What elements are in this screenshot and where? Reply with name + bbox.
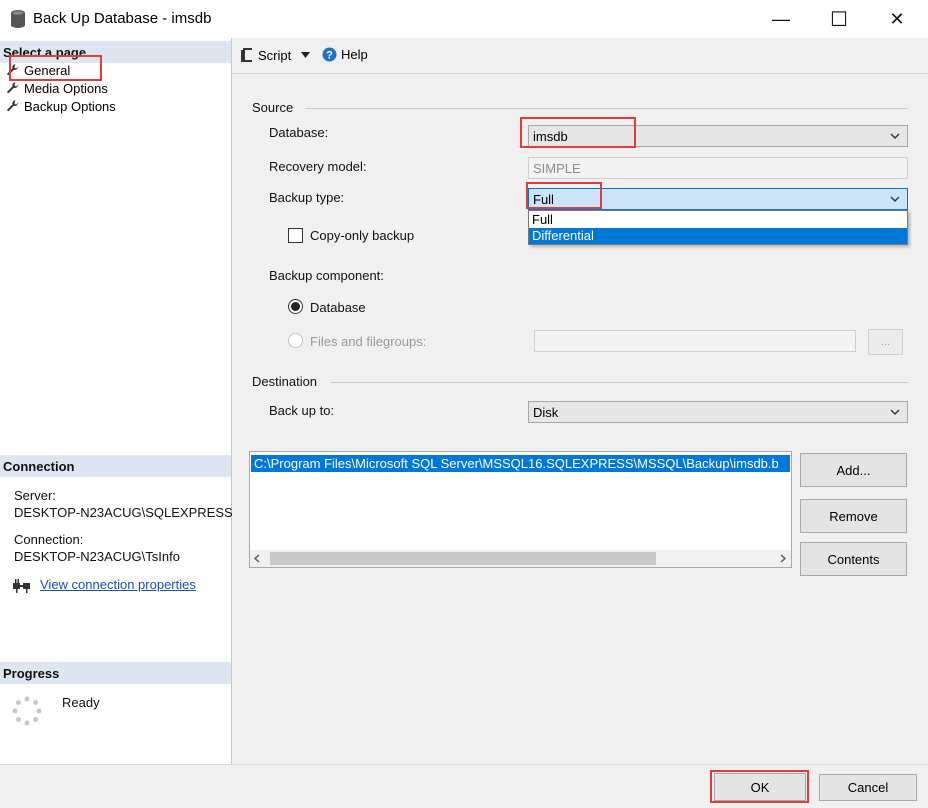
recovery-model-label: Recovery model: bbox=[269, 159, 367, 174]
filegroups-browse-button[interactable]: ... bbox=[868, 329, 903, 355]
filegroups-field[interactable] bbox=[534, 330, 856, 352]
toolbar: Script ? Help bbox=[232, 38, 928, 74]
highlight-ok bbox=[710, 770, 809, 803]
connection-value: DESKTOP-N23ACUG\TsInfo bbox=[14, 549, 180, 564]
backup-type-label: Backup type: bbox=[269, 190, 345, 205]
connection-label: Connection: bbox=[14, 532, 84, 547]
window-title: Back Up Database - imsdb bbox=[33, 10, 212, 27]
database-icon bbox=[11, 10, 25, 28]
scroll-right-icon[interactable] bbox=[779, 554, 787, 563]
copy-only-label: Copy-only backup bbox=[310, 228, 415, 243]
chevron-down-icon bbox=[890, 409, 900, 415]
list-item[interactable]: C:\Program Files\Microsoft SQL Server\MS… bbox=[251, 455, 790, 472]
chevron-down-icon bbox=[890, 133, 900, 139]
back-up-to-value: Disk bbox=[533, 404, 559, 420]
help-icon: ? bbox=[322, 47, 337, 62]
cancel-button[interactable]: Cancel bbox=[819, 774, 917, 801]
add-button[interactable]: Add... bbox=[800, 453, 907, 487]
progress-header: Progress bbox=[0, 662, 231, 684]
script-icon bbox=[241, 48, 252, 62]
component-files-label: Files and filegroups: bbox=[310, 334, 427, 349]
destination-legend: Destination bbox=[252, 374, 318, 389]
backup-component-label: Backup component: bbox=[269, 268, 384, 283]
database-label: Database: bbox=[269, 125, 329, 140]
scroll-left-icon[interactable] bbox=[253, 554, 261, 563]
scrollbar-thumb[interactable] bbox=[270, 552, 656, 565]
backup-type-dropdown: Full Differential bbox=[528, 210, 908, 245]
highlight-general bbox=[9, 55, 102, 81]
view-connection-properties-link[interactable]: View connection properties bbox=[40, 577, 196, 592]
destination-list[interactable]: C:\Program Files\Microsoft SQL Server\MS… bbox=[249, 451, 792, 568]
title-bar: Back Up Database - imsdb — ☐ ✕ bbox=[0, 0, 928, 38]
back-up-to-label: Back up to: bbox=[269, 403, 335, 418]
script-label: Script bbox=[258, 47, 292, 63]
highlight-backup-type bbox=[526, 182, 602, 209]
help-button[interactable]: ? Help bbox=[322, 47, 368, 62]
help-label: Help bbox=[341, 47, 368, 62]
maximize-icon: ☐ bbox=[830, 8, 848, 31]
backup-type-option-differential[interactable]: Differential bbox=[529, 228, 907, 244]
page-item-label: Media Options bbox=[24, 80, 108, 96]
contents-button[interactable]: Contents bbox=[800, 542, 907, 576]
source-legend: Source bbox=[252, 100, 294, 115]
component-database-radio[interactable] bbox=[288, 299, 303, 314]
destination-divider bbox=[331, 382, 908, 383]
close-button[interactable]: ✕ bbox=[868, 0, 926, 38]
left-panel: Select a page General Media Options Back… bbox=[0, 38, 232, 808]
chevron-down-icon bbox=[301, 52, 311, 58]
server-label: Server: bbox=[14, 488, 56, 503]
highlight-database bbox=[520, 117, 636, 148]
progress-spinner-icon bbox=[12, 696, 42, 726]
wrench-icon bbox=[7, 82, 19, 94]
back-up-to-combo[interactable]: Disk bbox=[528, 401, 908, 423]
script-button[interactable]: Script bbox=[240, 47, 311, 63]
chevron-down-icon bbox=[890, 196, 900, 202]
minimize-button[interactable]: — bbox=[752, 0, 810, 38]
page-item-media-options[interactable]: Media Options bbox=[6, 79, 108, 97]
remove-button[interactable]: Remove bbox=[800, 499, 907, 533]
maximize-button[interactable]: ☐ bbox=[810, 0, 868, 38]
page-item-backup-options[interactable]: Backup Options bbox=[6, 97, 116, 115]
minimize-icon: — bbox=[772, 8, 790, 29]
component-database-label: Database bbox=[310, 300, 366, 315]
copy-only-checkbox[interactable] bbox=[288, 228, 303, 243]
component-files-radio[interactable] bbox=[288, 333, 303, 348]
backup-type-option-full[interactable]: Full bbox=[529, 211, 907, 228]
server-value: DESKTOP-N23ACUG\SQLEXPRESS bbox=[14, 505, 232, 520]
connection-properties-icon bbox=[13, 579, 30, 593]
horizontal-scrollbar[interactable] bbox=[250, 550, 791, 567]
recovery-model-field: SIMPLE bbox=[528, 157, 908, 179]
progress-status: Ready bbox=[62, 695, 100, 710]
wrench-icon bbox=[7, 100, 19, 112]
svg-text:?: ? bbox=[326, 50, 333, 62]
source-divider bbox=[305, 108, 908, 109]
close-icon: ✕ bbox=[889, 8, 905, 29]
page-item-label: Backup Options bbox=[24, 98, 116, 114]
connection-header: Connection bbox=[0, 455, 231, 477]
